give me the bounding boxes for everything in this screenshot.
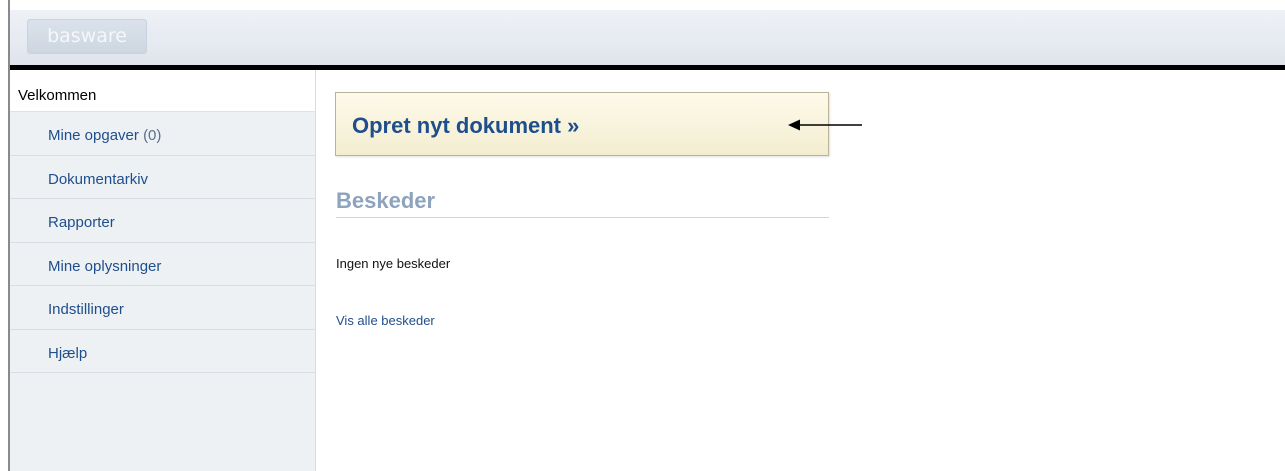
sidebar-item-rapporter[interactable]: Rapporter bbox=[10, 199, 315, 243]
arrow-left-icon bbox=[788, 119, 862, 131]
sidebar-item-label: Dokumentarkiv bbox=[48, 170, 149, 188]
sidebar-item-label: Hjælp bbox=[48, 344, 88, 362]
basware-logo[interactable]: basware bbox=[27, 19, 147, 54]
sidebar-item-label: Rapporter bbox=[48, 214, 115, 231]
sidebar-item-velkommen[interactable]: Velkommen bbox=[10, 70, 315, 112]
sidebar-item-label: Mine oplysninger bbox=[48, 257, 162, 275]
sidebar-item-label: Indstillinger bbox=[48, 301, 124, 318]
no-messages-text: Ingen nye beskeder bbox=[336, 256, 451, 271]
create-document-button[interactable]: Opret nyt dokument » bbox=[335, 92, 829, 156]
create-document-label: Opret nyt dokument » bbox=[352, 113, 580, 138]
sidebar-item-hjaelp[interactable]: Hjælp bbox=[10, 330, 315, 373]
app-header: basware bbox=[10, 10, 1285, 65]
sidebar-item-mine-opgaver[interactable]: Mine opgaver (0) bbox=[10, 112, 315, 156]
messages-heading: Beskeder bbox=[336, 188, 829, 218]
sidebar-nav: Velkommen Mine opgaver (0) Dokumentarkiv… bbox=[10, 70, 316, 471]
sidebar-item-mine-oplysninger[interactable]: Mine oplysninger bbox=[10, 243, 315, 286]
sidebar-item-dokumentarkiv[interactable]: Dokumentarkiv bbox=[10, 156, 315, 199]
sidebar-item-label: Mine opgaver bbox=[48, 127, 139, 144]
view-all-messages-link[interactable]: Vis alle beskeder bbox=[336, 313, 435, 328]
task-count: (0) bbox=[143, 127, 162, 144]
sidebar-item-indstillinger[interactable]: Indstillinger bbox=[10, 286, 315, 330]
